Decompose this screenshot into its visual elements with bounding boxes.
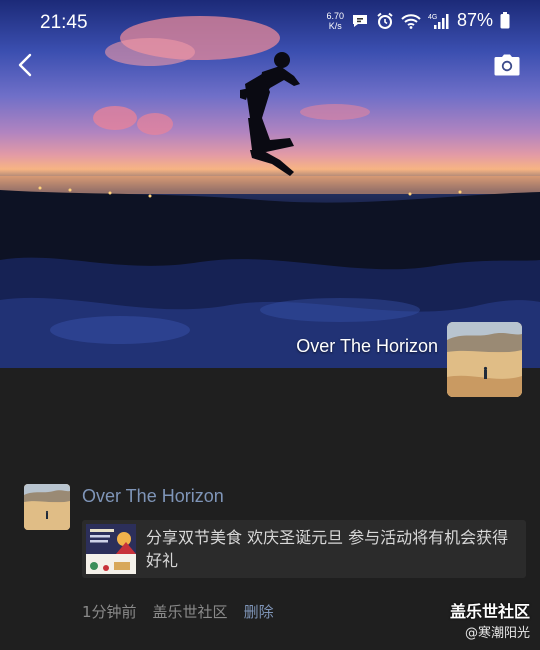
post-author-avatar[interactable] (24, 484, 70, 530)
watermark-user: @寒潮阳光 (464, 626, 530, 641)
post-meta: 1分钟前 盖乐世社区 删除 (82, 601, 274, 622)
delete-button[interactable]: 删除 (244, 601, 274, 622)
cover-scene (0, 16, 540, 368)
promo-thumbnail-image (86, 524, 136, 574)
profile-name: Over The Horizon (296, 336, 438, 356)
post-time: 1分钟前 (82, 603, 137, 621)
svg-text:4G: 4G (428, 14, 437, 21)
wifi-icon (401, 13, 421, 29)
network-speed-unit: K/s (328, 20, 342, 31)
alarm-icon (376, 12, 394, 30)
network-speed-value: 6.70 (326, 10, 344, 21)
desert-avatar-image (24, 484, 70, 530)
message-notification-icon (351, 13, 369, 29)
shared-link-title: 分享双节美食 欢庆圣诞元旦 参与活动将有机会获得好礼 (146, 528, 509, 570)
network-speed: 6.70 K/s (326, 11, 344, 31)
watermark-title: 盖乐世社区 (449, 602, 530, 621)
status-bar-right: 6.70 K/s 4G 87% (326, 10, 510, 31)
chevron-left-icon (18, 53, 32, 77)
profile-avatar[interactable] (447, 322, 522, 397)
moments-screen: 21:45 6.70 K/s 4G 87% Over The Horizon O… (0, 0, 540, 650)
post-source: 盖乐世社区 (152, 603, 228, 621)
signal-4g-icon: 4G (428, 12, 450, 30)
shared-link-card[interactable]: 分享双节美食 欢庆圣诞元旦 参与活动将有机会获得好礼 (82, 520, 526, 578)
camera-button[interactable] (492, 52, 522, 78)
battery-percentage: 87% (456, 10, 493, 30)
shared-link-thumbnail (86, 524, 136, 574)
cover-photo[interactable] (0, 0, 540, 368)
battery-icon (500, 12, 510, 29)
status-time: 21:45 (40, 12, 88, 33)
desert-avatar-image (447, 322, 522, 397)
back-button[interactable] (10, 50, 40, 80)
camera-icon (494, 54, 520, 76)
post-author-name[interactable]: Over The Horizon (82, 486, 224, 507)
